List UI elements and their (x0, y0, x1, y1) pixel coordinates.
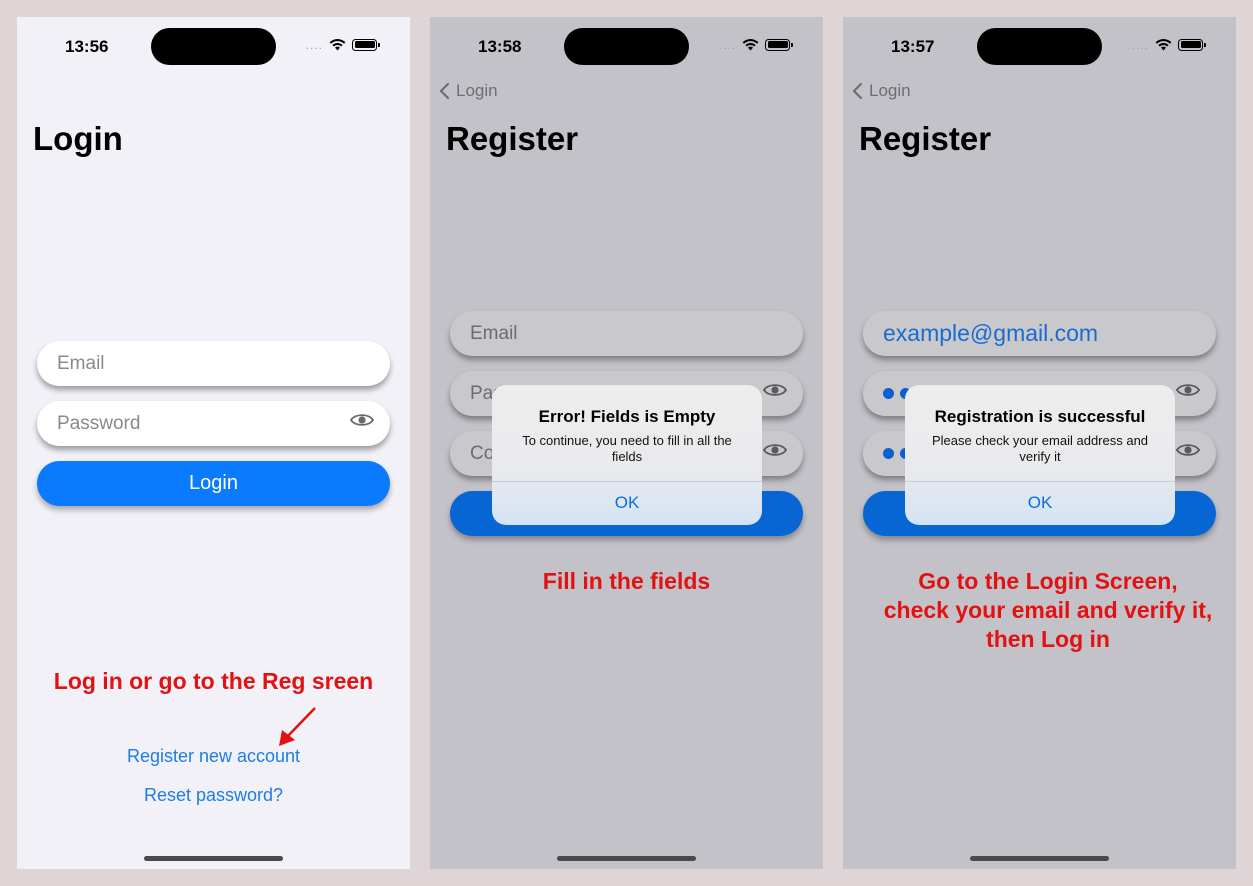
success-alert: Registration is successful Please check … (905, 385, 1175, 525)
reset-password-link[interactable]: Reset password? (17, 785, 410, 806)
alert-message: Please check your email address and veri… (931, 433, 1149, 464)
eye-icon[interactable] (763, 442, 787, 458)
alert-title: Error! Fields is Empty (538, 407, 716, 426)
signal-dots: .... (305, 37, 323, 52)
back-button[interactable]: Login (852, 81, 911, 101)
annotation-text: Log in or go to the Reg sreen (53, 668, 374, 694)
status-icons: .... (305, 37, 380, 52)
page-title: Register (446, 120, 579, 157)
eye-icon[interactable] (1176, 442, 1200, 458)
error-alert: Error! Fields is Empty To continue, you … (492, 385, 762, 525)
alert-ok-button[interactable]: OK (905, 481, 1175, 525)
password-field[interactable]: Password (37, 401, 390, 446)
status-icons: .... (718, 37, 793, 52)
battery-icon (765, 38, 793, 51)
alert-ok-button[interactable]: OK (492, 481, 762, 525)
battery-icon (352, 38, 380, 51)
login-button[interactable]: Login (37, 461, 390, 506)
wifi-icon (742, 39, 759, 51)
annotation-text: Fill in the fields (542, 568, 711, 594)
home-indicator[interactable] (557, 856, 696, 861)
wifi-icon (329, 39, 346, 51)
annotation-line-1: Go to the Login Screen, (918, 568, 1178, 594)
signal-dots: .... (1131, 37, 1149, 52)
screenshot-frame: 13:56 .... Login Email Password Login Lo… (0, 0, 1253, 886)
dynamic-island (151, 28, 276, 65)
eye-icon[interactable] (1176, 382, 1200, 398)
register-error-screen: 13:58 .... Login Register Email Pas Co E… (430, 17, 823, 869)
email-placeholder: Email (57, 352, 105, 374)
status-time: 13:57 (891, 37, 935, 56)
signal-dots: .... (718, 37, 736, 52)
wifi-icon (1155, 39, 1172, 51)
register-success-screen: 13:57 .... Login Register example@gmail.… (843, 17, 1236, 869)
status-time: 13:56 (65, 37, 109, 56)
home-indicator[interactable] (970, 856, 1109, 861)
home-indicator[interactable] (144, 856, 283, 861)
email-field[interactable]: Email (37, 341, 390, 386)
email-field[interactable]: Email (450, 311, 803, 356)
arrow-icon (279, 707, 316, 746)
register-link[interactable]: Register new account (17, 746, 410, 767)
page-title: Register (859, 120, 992, 157)
annotation-text: Go to the Login Screen, check your email… (843, 567, 1236, 654)
email-placeholder: Email (470, 322, 518, 344)
status-icons: .... (1131, 37, 1206, 52)
alert-title: Registration is successful (934, 407, 1146, 426)
page-title: Login (33, 120, 123, 157)
login-screen: 13:56 .... Login Email Password Login Lo… (17, 17, 410, 869)
annotation-line-2: check your email and verify it, (883, 597, 1213, 623)
email-value: example@gmail.com (883, 320, 1099, 346)
eye-icon[interactable] (350, 412, 374, 428)
dynamic-island (564, 28, 689, 65)
annotation-line-3: then Log in (986, 626, 1110, 652)
status-time: 13:58 (478, 37, 522, 56)
back-label: Login (456, 81, 498, 100)
dynamic-island (977, 28, 1102, 65)
chevron-left-icon (439, 82, 450, 100)
alert-message: To continue, you need to fill in all the… (522, 433, 732, 464)
confirm-placeholder: Co (470, 442, 495, 464)
back-label: Login (869, 81, 911, 100)
password-placeholder: Password (57, 412, 141, 434)
back-button[interactable]: Login (439, 81, 498, 101)
chevron-left-icon (852, 82, 863, 100)
battery-icon (1178, 38, 1206, 51)
eye-icon[interactable] (763, 382, 787, 398)
email-field[interactable]: example@gmail.com (863, 311, 1216, 356)
